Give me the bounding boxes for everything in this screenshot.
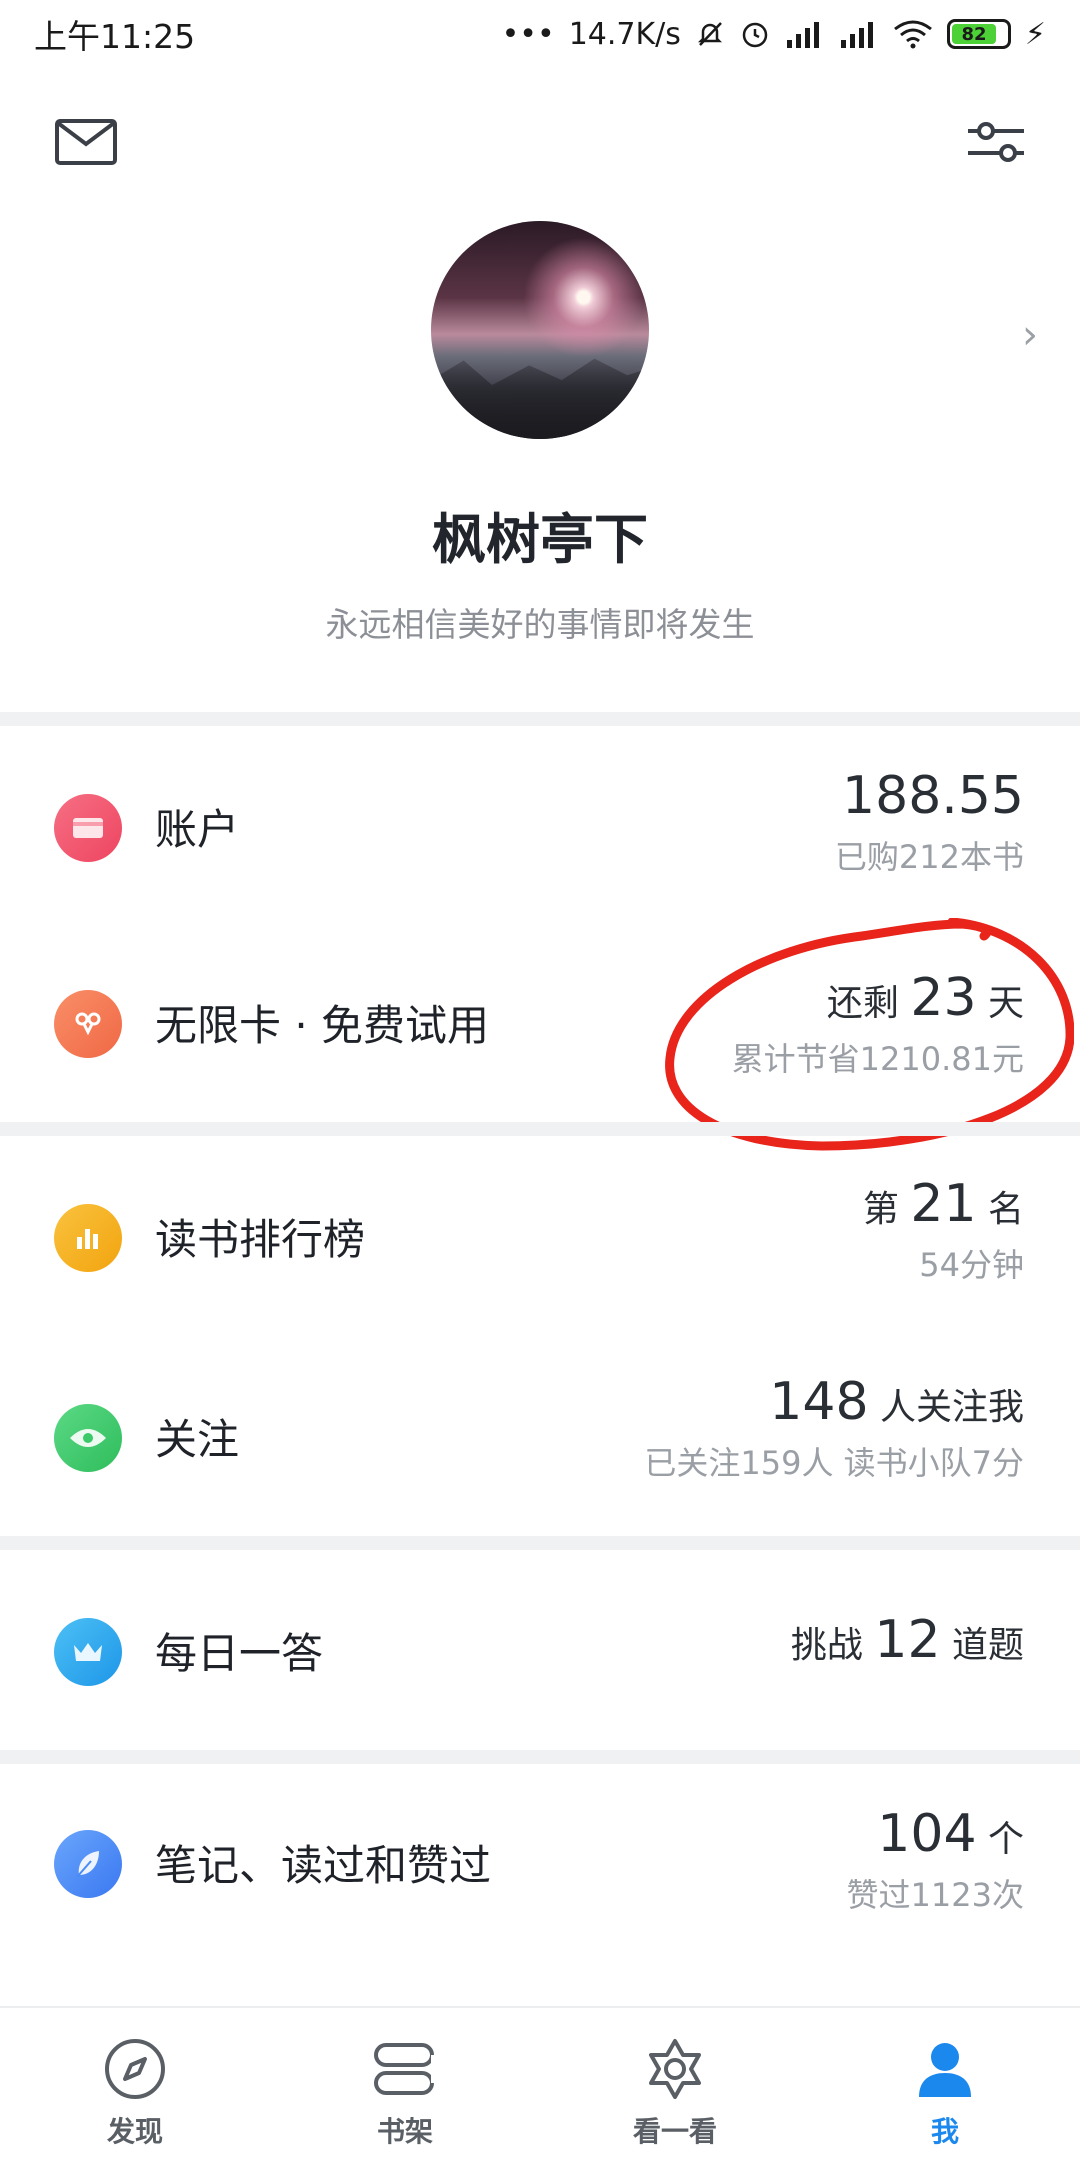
nav-bookshelf[interactable]: 书架: [270, 2008, 540, 2160]
nav-label-active: 我: [930, 2115, 959, 2148]
status-bar: 上午11:25 ••• 14.7K/s 82 ⚡: [0, 0, 1080, 68]
account-row[interactable]: 账户 188.55 已购212本书: [0, 726, 1080, 926]
nav-me[interactable]: 我: [810, 2008, 1080, 2160]
person-icon: [912, 2036, 978, 2102]
username: 枫树亭下: [432, 508, 648, 571]
status-time: 上午11:25: [34, 17, 196, 56]
wallet-icon: [54, 794, 122, 862]
ranking-position: 21: [910, 1174, 977, 1234]
unlimited-suffix: 天: [976, 983, 1024, 1024]
nav-discover[interactable]: 发现: [0, 2008, 270, 2160]
follow-row[interactable]: 关注 148 人关注我 已关注159人 读书小队7分: [0, 1332, 1080, 1536]
section-divider: [0, 1122, 1080, 1136]
unlimited-savings: 累计节省1210.81元: [731, 1040, 1024, 1078]
unlimited-prefix: 还剩: [826, 983, 911, 1024]
section-divider: [0, 1750, 1080, 1764]
nav-look[interactable]: 看一看: [540, 2008, 810, 2160]
ranking-prefix: 第: [862, 1189, 911, 1230]
feather-icon: [54, 1830, 122, 1898]
daily-prefix: 挑战: [790, 1625, 875, 1666]
daily-count: 12: [874, 1610, 941, 1670]
account-balance: 188.55: [842, 766, 1024, 826]
daily-suffix: 道题: [940, 1625, 1024, 1666]
signal-icon: [785, 20, 825, 48]
notes-suffix: 个: [976, 1819, 1024, 1860]
notes-row[interactable]: 笔记、读过和赞过 104 个 赞过1123次: [0, 1764, 1080, 2004]
follower-count: 148: [769, 1372, 869, 1432]
avatar[interactable]: [431, 221, 649, 439]
account-sub: 已购212本书: [834, 838, 1024, 876]
section-divider: [0, 712, 1080, 726]
alarm-icon: [739, 18, 771, 50]
mute-bell-icon: [695, 19, 725, 49]
nav-label: 书架: [376, 2115, 433, 2148]
bottom-nav: 发现 书架 看一看 我: [0, 2006, 1080, 2160]
battery-level: 82: [951, 24, 997, 45]
eye-icon: [54, 1404, 122, 1472]
unlimited-days: 23: [910, 968, 977, 1028]
unlimited-card-label: 无限卡 · 免费试用: [155, 1001, 490, 1050]
ranking-row[interactable]: 读书排行榜 第 21 名 54分钟: [0, 1136, 1080, 1332]
bar-chart-icon: [54, 1204, 122, 1272]
bookshelf-icon: [372, 2036, 438, 2102]
notes-label: 笔记、读过和赞过: [155, 1841, 492, 1890]
compass-icon: [102, 2036, 168, 2102]
signal-icon-2: [839, 20, 879, 48]
ranking-suffix: 名: [976, 1189, 1024, 1230]
infinity-icon: [54, 990, 122, 1058]
charging-icon: ⚡: [1024, 16, 1046, 52]
follower-suffix: 人关注我: [868, 1387, 1024, 1428]
daily-quiz-label: 每日一答: [155, 1629, 324, 1678]
nav-label: 看一看: [632, 2115, 717, 2148]
wifi-icon: [893, 19, 933, 49]
battery-icon: 82: [946, 19, 1011, 49]
mail-icon[interactable]: [54, 118, 118, 166]
profile-signature: 永远相信美好的事情即将发生: [325, 605, 755, 644]
ranking-label: 读书排行榜: [155, 1215, 366, 1264]
chevron-right-icon[interactable]: ›: [1022, 312, 1038, 358]
follow-label: 关注: [155, 1415, 240, 1464]
status-icons: ••• 14.7K/s 82 ⚡: [502, 17, 1046, 52]
account-label: 账户: [155, 805, 240, 854]
nav-label: 发现: [106, 2115, 163, 2148]
ranking-time: 54分钟: [919, 1246, 1024, 1284]
notes-likes: 赞过1123次: [846, 1876, 1024, 1914]
follow-sub: 已关注159人 读书小队7分: [644, 1444, 1024, 1482]
more-dots-icon: •••: [501, 16, 555, 52]
unlimited-card-row[interactable]: 无限卡 · 免费试用 还剩 23 天 累计节省1210.81元: [0, 926, 1080, 1122]
section-divider: [0, 1536, 1080, 1550]
daily-quiz-row[interactable]: 每日一答 挑战 12 道题: [0, 1550, 1080, 1750]
settings-sliders-icon[interactable]: [966, 116, 1026, 168]
net-speed: 14.7K/s: [568, 16, 681, 52]
crown-icon: [54, 1618, 122, 1686]
star-flower-icon: [642, 2036, 708, 2102]
notes-count: 104: [877, 1804, 977, 1864]
